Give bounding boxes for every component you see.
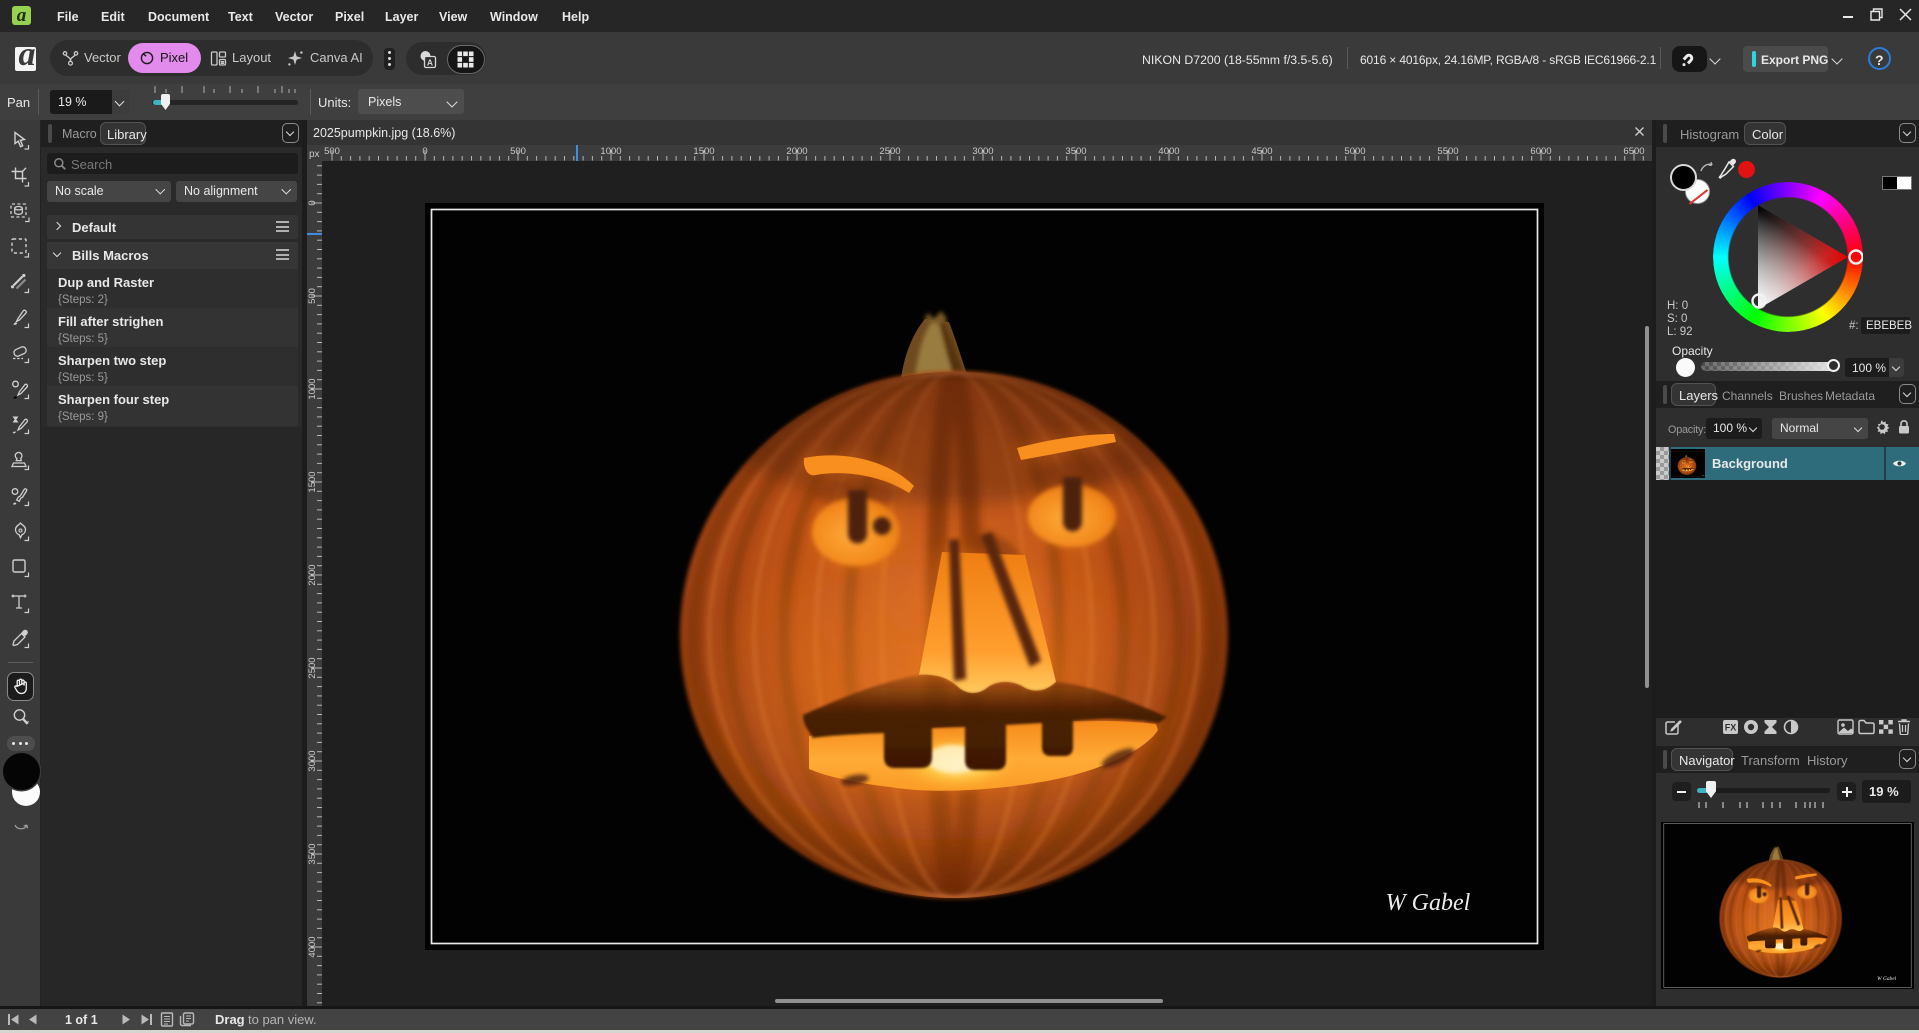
svg-text:4000: 4000 bbox=[1158, 146, 1179, 157]
svg-text:2500: 2500 bbox=[307, 657, 318, 678]
svg-text:0: 0 bbox=[307, 200, 318, 205]
svg-text:1000: 1000 bbox=[307, 378, 318, 399]
svg-text:500: 500 bbox=[510, 146, 526, 157]
svg-text:5500: 5500 bbox=[1437, 146, 1458, 157]
svg-text:4500: 4500 bbox=[1251, 146, 1272, 157]
svg-text:2000: 2000 bbox=[786, 146, 807, 157]
svg-text:3500: 3500 bbox=[307, 843, 318, 864]
svg-text:3500: 3500 bbox=[1065, 146, 1086, 157]
svg-text:500: 500 bbox=[307, 288, 318, 304]
svg-text:5000: 5000 bbox=[1344, 146, 1365, 157]
svg-text:2500: 2500 bbox=[879, 146, 900, 157]
svg-text:FX: FX bbox=[1725, 723, 1737, 733]
svg-text:1500: 1500 bbox=[307, 471, 318, 492]
svg-text:A: A bbox=[427, 57, 433, 67]
svg-text:6500: 6500 bbox=[1623, 146, 1644, 157]
svg-text:3000: 3000 bbox=[972, 146, 993, 157]
svg-text:1000: 1000 bbox=[600, 146, 621, 157]
svg-text:500: 500 bbox=[324, 146, 340, 157]
svg-text:1500: 1500 bbox=[693, 146, 714, 157]
svg-text:4000: 4000 bbox=[307, 936, 318, 957]
svg-text:3000: 3000 bbox=[307, 750, 318, 771]
svg-text:6000: 6000 bbox=[1530, 146, 1551, 157]
svg-text:2000: 2000 bbox=[307, 564, 318, 585]
svg-text:0: 0 bbox=[422, 146, 427, 157]
